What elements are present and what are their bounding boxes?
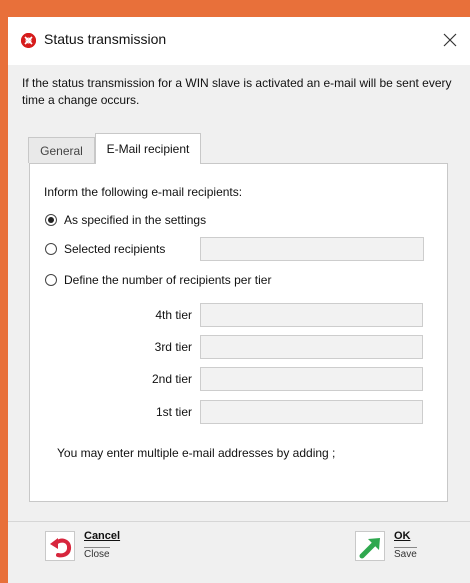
radio-selected-recipients-label[interactable]: Selected recipients (64, 242, 165, 256)
selected-recipients-input[interactable] (200, 237, 424, 261)
tier-4-input[interactable] (200, 303, 423, 327)
cancel-sublabel: Close (84, 547, 110, 560)
title-bar: Status transmission (8, 17, 470, 65)
undo-arrow-icon (45, 531, 75, 561)
tier-4-label: 4th tier (155, 308, 192, 322)
radio-define-per-tier[interactable] (45, 274, 57, 286)
green-check-arrow-icon (355, 531, 385, 561)
close-icon (443, 33, 457, 47)
tier-1-label: 1st tier (155, 405, 192, 419)
status-transmission-dialog: Status transmission If the status transm… (8, 17, 470, 583)
cancel-button[interactable]: Cancel Close (45, 529, 135, 569)
close-button[interactable] (438, 28, 462, 52)
radio-selected-recipients[interactable] (45, 243, 57, 255)
footer-divider (8, 521, 470, 522)
ok-label: OK (394, 530, 411, 542)
app-logo-icon (21, 33, 36, 48)
tier-3-label: 3rd tier (154, 340, 192, 354)
cancel-label: Cancel (84, 530, 121, 542)
ok-button[interactable]: OK Save (355, 529, 439, 569)
recipients-heading: Inform the following e-mail recipients: (44, 185, 243, 199)
email-recipient-panel: Inform the following e-mail recipients: … (29, 163, 448, 502)
multiple-addresses-hint: You may enter multiple e-mail addresses … (57, 446, 336, 460)
window-title: Status transmission (44, 31, 167, 47)
tab-email-recipient[interactable]: E-Mail recipient (95, 133, 201, 164)
tier-2-input[interactable] (200, 367, 423, 391)
tier-2-label: 2nd tier (151, 372, 192, 386)
tier-1-input[interactable] (200, 400, 423, 424)
tier-3-input[interactable] (200, 335, 423, 359)
radio-as-specified-label[interactable]: As specified in the settings (64, 213, 206, 227)
description-text: If the status transmission for a WIN sla… (22, 76, 452, 107)
radio-define-per-tier-label[interactable]: Define the number of recipients per tier (64, 273, 271, 287)
ok-sublabel: Save (394, 547, 417, 560)
tab-general[interactable]: General (28, 137, 95, 163)
radio-as-specified[interactable] (45, 214, 57, 226)
